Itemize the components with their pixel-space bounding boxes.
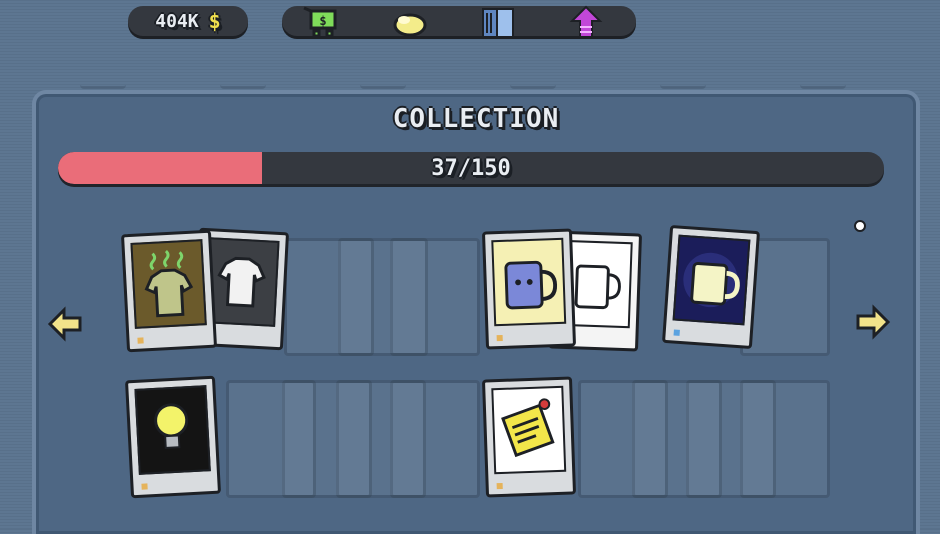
dirty-shirt-icon: [144, 249, 194, 318]
tool-bar: $: [282, 5, 636, 38]
locked-card[interactable]: [578, 380, 668, 498]
money-counter: 404K $: [128, 6, 248, 36]
arrow-right-icon[interactable]: [852, 302, 892, 342]
glowing-mug-icon: [683, 252, 740, 308]
collection-progress-bar: 37/150: [58, 152, 884, 184]
card-dirty-shirt[interactable]: [120, 229, 218, 353]
locked-card[interactable]: [284, 238, 374, 356]
light-bulb-icon: [154, 403, 189, 449]
page-indicator-dot: [854, 220, 866, 232]
money-amount: 404K: [155, 10, 199, 32]
arrow-left-icon[interactable]: [46, 304, 86, 344]
locked-card[interactable]: [226, 380, 316, 498]
dollar-icon: $: [208, 9, 221, 33]
card-night-mug[interactable]: [661, 225, 761, 349]
card-glowing-bulb[interactable]: [124, 375, 222, 499]
blue-mug-icon: [504, 260, 558, 310]
svg-text:$: $: [319, 14, 326, 28]
sticky-note-icon: [501, 398, 555, 458]
soap-icon[interactable]: [388, 3, 432, 43]
upgrade-arrow-icon[interactable]: [564, 3, 608, 43]
shirt-icon: [217, 256, 266, 308]
card-yellow-note[interactable]: [481, 376, 577, 498]
shop-cart-icon[interactable]: $: [300, 3, 344, 43]
background-shelf: [60, 62, 880, 90]
card-blue-mug[interactable]: [481, 228, 577, 350]
collection-book-icon[interactable]: [476, 3, 520, 43]
progress-text: 37/150: [431, 156, 511, 181]
panel-title: COLLECTION: [392, 104, 560, 134]
